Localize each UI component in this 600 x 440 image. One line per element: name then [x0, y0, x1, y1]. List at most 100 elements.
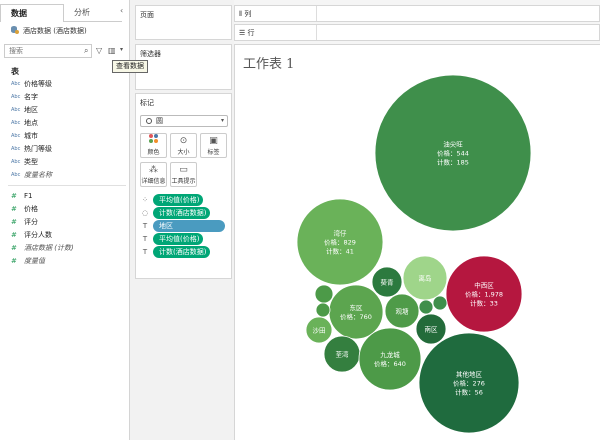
detail-icon: ⁂: [149, 165, 158, 175]
field-item[interactable]: # 价格: [0, 203, 130, 216]
field-item[interactable]: Abc 名字: [0, 91, 130, 104]
search-input[interactable]: [4, 44, 92, 58]
field-label: 地点: [24, 119, 38, 127]
pages-card[interactable]: 页面: [135, 5, 232, 40]
search-icon[interactable]: ⌕: [84, 46, 88, 56]
bubble-group[interactable]: [418, 299, 434, 315]
dimension-type-icon: Abc: [11, 120, 21, 126]
columns-shelf[interactable]: ⦀ 列: [234, 5, 600, 22]
mark-pill[interactable]: 计数(酒店数据): [153, 246, 211, 258]
field-item[interactable]: Abc 地点: [0, 117, 130, 130]
field-label: 度量值: [24, 257, 45, 265]
view-data-tooltip: 查看数据: [112, 60, 148, 73]
view-data-icon[interactable]: ▥: [108, 46, 116, 55]
filter-icon[interactable]: ▽: [96, 46, 102, 55]
dimension-type-icon: Abc: [11, 146, 21, 152]
bubble-mark[interactable]: [315, 302, 331, 318]
measure-type-icon: #: [11, 244, 17, 252]
field-item[interactable]: Abc 类型: [0, 156, 130, 169]
bubble-chart: 油尖旺价格：544计数：185湾仔价格：829计数：41葵青 离岛中西区价格：1,…: [296, 74, 532, 434]
collapse-pane-icon[interactable]: ‹: [120, 6, 123, 15]
bubble-group[interactable]: 油尖旺价格：544计数：185: [374, 74, 532, 232]
bubble-group[interactable]: 荃湾: [323, 335, 361, 373]
field-label: 城市: [24, 132, 38, 140]
bubble-group[interactable]: 南区: [415, 313, 447, 345]
field-item[interactable]: Abc 热门等级: [0, 143, 130, 156]
label-button[interactable]: ▣ 标签: [200, 133, 227, 158]
filters-card[interactable]: 筛选器: [135, 44, 232, 90]
dimension-type-icon: Abc: [11, 159, 21, 165]
bubble-group[interactable]: 东区价格：760: [328, 284, 384, 340]
bubble-group[interactable]: 沙田: [305, 316, 333, 344]
field-item[interactable]: Abc 地区: [0, 104, 130, 117]
mark-type-select[interactable]: 圆 ▾: [140, 115, 228, 127]
field-label: 评分: [24, 218, 38, 226]
field-item[interactable]: # F1: [0, 190, 130, 203]
bubble-count-label: 计数：33: [470, 299, 498, 308]
bubble-mark[interactable]: [418, 299, 434, 315]
bubble-group[interactable]: [315, 302, 331, 318]
label-encoding-icon: T: [142, 222, 148, 230]
field-item[interactable]: # 评分: [0, 216, 130, 229]
mark-pill[interactable]: 平均值(价格): [153, 233, 204, 245]
field-item[interactable]: # 评分人数: [0, 229, 130, 242]
bubble-mark[interactable]: [328, 284, 384, 340]
size-button-label: 大小: [177, 149, 190, 156]
color-encoding-icon: ⁘: [142, 196, 148, 204]
mark-pill[interactable]: 地区: [153, 220, 225, 232]
bubble-mark[interactable]: [358, 327, 422, 391]
bubble-mark[interactable]: [432, 295, 448, 311]
tables-heading: 表: [11, 67, 19, 76]
detail-button[interactable]: ⁂ 详细信息: [140, 162, 167, 187]
data-pane-tabs: 数据 分析 ‹: [0, 4, 130, 22]
bubble-price-label: 价格：760: [340, 312, 372, 321]
label-encoding-icon: T: [142, 248, 148, 256]
bubble-group[interactable]: [314, 284, 334, 304]
filters-card-title: 筛选器: [140, 50, 161, 58]
field-item[interactable]: # 酒店数据 (计数): [0, 242, 130, 255]
datasource-item[interactable]: 酒店数据 (酒店数据): [11, 25, 129, 37]
tab-data[interactable]: 数据: [0, 4, 64, 22]
label-encoding-icon: T: [142, 235, 148, 243]
field-item[interactable]: # 度量值: [0, 255, 130, 268]
bubble-group[interactable]: 观塘: [384, 293, 420, 329]
rows-shelf[interactable]: ☰ 行: [234, 24, 600, 41]
field-item[interactable]: Abc 度量名称: [0, 169, 130, 182]
bubble-group[interactable]: 葵青: [371, 266, 403, 298]
field-label: 价格: [24, 205, 38, 213]
bubble-group[interactable]: [432, 295, 448, 311]
bubble-name-label: 南区: [425, 325, 439, 334]
bubble-group[interactable]: 其他地区价格：276计数：56: [418, 332, 520, 434]
color-button-label: 颜色: [147, 149, 160, 156]
bubble-count-label: 计数：185: [437, 158, 469, 167]
pages-card-title: 页面: [140, 11, 154, 19]
bubble-price-label: 价格：276: [453, 379, 485, 388]
bubble-group[interactable]: 湾仔价格：829计数：41: [296, 198, 384, 286]
size-button[interactable]: ⊙ 大小: [170, 133, 197, 158]
dimension-type-icon: Abc: [11, 133, 21, 139]
tooltip-icon: ▭: [179, 165, 188, 175]
color-button[interactable]: 颜色: [140, 133, 167, 158]
mark-pill-row: ⁘ 平均值(价格): [140, 194, 231, 206]
bubble-group[interactable]: 中西区价格：1,978计数：33: [445, 255, 523, 333]
bubble-name-label: 其他地区: [456, 370, 483, 379]
marks-card: 标记 圆 ▾ 颜色 ⊙ 大小 ▣ 标签 ⁂ 详细信息 ▭ 工具提示 ⁘ 平均值(价…: [135, 93, 232, 279]
worksheet-view: 工作表 1 油尖旺 价格：544 计数：185 湾仔 价格：829 计数：41 葵青 离岛 中西…: [234, 44, 600, 440]
shelf-divider: [316, 25, 317, 40]
mark-pill[interactable]: 平均值(价格): [153, 194, 204, 206]
size-icon: ⊙: [179, 136, 188, 146]
bubble-mark[interactable]: [314, 284, 334, 304]
bubble-price-label: 价格：829: [324, 238, 356, 247]
mark-pill-row: T 平均值(价格): [140, 233, 231, 245]
bubble-group[interactable]: 离岛: [402, 255, 448, 301]
bubble-group[interactable]: 九龙城价格：640: [358, 327, 422, 391]
mark-pill[interactable]: 计数(酒店数据): [153, 207, 211, 219]
tab-analytics[interactable]: 分析: [64, 4, 122, 22]
chevron-down-icon[interactable]: ▾: [120, 46, 123, 53]
database-icon: [11, 26, 19, 34]
field-item[interactable]: Abc 城市: [0, 130, 130, 143]
field-list: Abc 价格等级 Abc 名字 Abc 地区 Abc 地点 Abc 城市 Abc 热门等级 Abc 类型 A…: [0, 78, 130, 268]
dimension-type-icon: Abc: [11, 81, 21, 87]
field-item[interactable]: Abc 价格等级: [0, 78, 130, 91]
tooltip-button[interactable]: ▭ 工具提示: [170, 162, 197, 187]
